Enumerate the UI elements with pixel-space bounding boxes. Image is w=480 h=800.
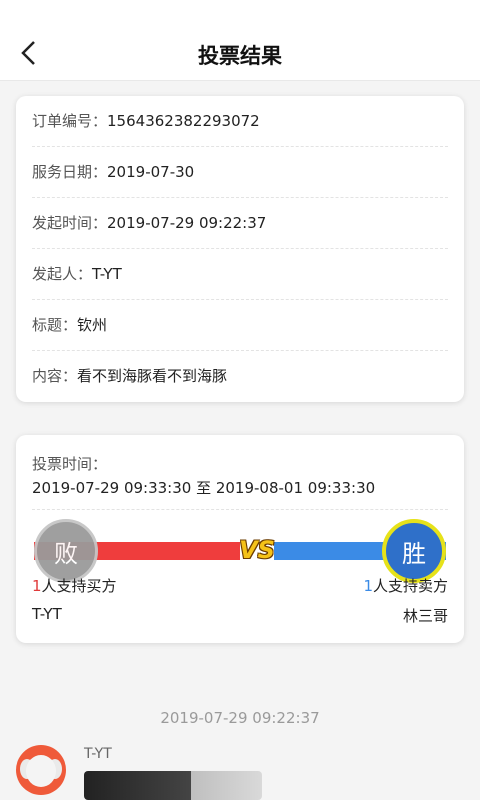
- order-info-card: 订单编号：1564362382293072 服务日期：2019-07-30 发起…: [16, 96, 464, 402]
- service-date-label: 服务日期：: [32, 163, 108, 181]
- content-row: 内容：看不到海豚看不到海豚: [32, 351, 448, 401]
- buyer-support: 1人支持买方: [32, 575, 117, 596]
- chat-timestamp: 2019-07-29 09:22:37: [160, 709, 320, 727]
- initiator-row: 发起人：T-YT: [32, 249, 448, 300]
- start-time-label: 发起时间：: [32, 214, 108, 232]
- buyer-support-text: 人支持买方: [41, 577, 117, 595]
- divider: [32, 509, 448, 510]
- lose-badge: 败: [34, 519, 98, 583]
- start-time-value: 2019-07-29 09:22:37: [107, 214, 267, 232]
- subject-label: 标题：: [32, 316, 78, 334]
- subject-row: 标题：钦州: [32, 300, 448, 351]
- service-date-value: 2019-07-30: [107, 163, 195, 181]
- win-badge: 胜: [382, 519, 446, 583]
- page-title: 投票结果: [198, 44, 282, 68]
- order-number-value: 1564362382293072: [107, 112, 260, 130]
- buyer-support-count: 1: [32, 577, 42, 595]
- initiator-label: 发起人：: [32, 265, 93, 283]
- chat-image-message[interactable]: [84, 771, 262, 800]
- vote-time-range: 2019-07-29 09:33:30 至 2019-08-01 09:33:3…: [32, 479, 376, 497]
- chat-sender-name: T-YT: [84, 746, 112, 762]
- seller-support: 1人支持卖方: [363, 575, 448, 596]
- elephant-avatar-icon[interactable]: [16, 745, 66, 795]
- subject-value: 钦州: [77, 316, 108, 334]
- vs-label: VS: [239, 536, 275, 564]
- seller-name: 林三哥: [402, 607, 448, 625]
- start-time-row: 发起时间：2019-07-29 09:22:37: [32, 198, 448, 249]
- vote-time-label: 投票时间：: [32, 455, 108, 473]
- seller-support-count: 1: [363, 577, 373, 595]
- order-number-row: 订单编号：1564362382293072: [32, 96, 448, 147]
- avatar-face: [26, 755, 56, 787]
- initiator-value: T-YT: [92, 265, 122, 283]
- seller-support-text: 人支持卖方: [372, 577, 448, 595]
- buyer-name: T-YT: [32, 605, 62, 623]
- order-number-label: 订单编号：: [32, 112, 108, 130]
- content-value: 看不到海豚看不到海豚: [77, 367, 228, 385]
- service-date-row: 服务日期：2019-07-30: [32, 147, 448, 198]
- vote-card: 投票时间： 2019-07-29 09:33:30 至 2019-08-01 0…: [16, 435, 464, 643]
- top-nav-bar: 投票结果: [0, 0, 480, 81]
- content-label: 内容：: [32, 367, 78, 385]
